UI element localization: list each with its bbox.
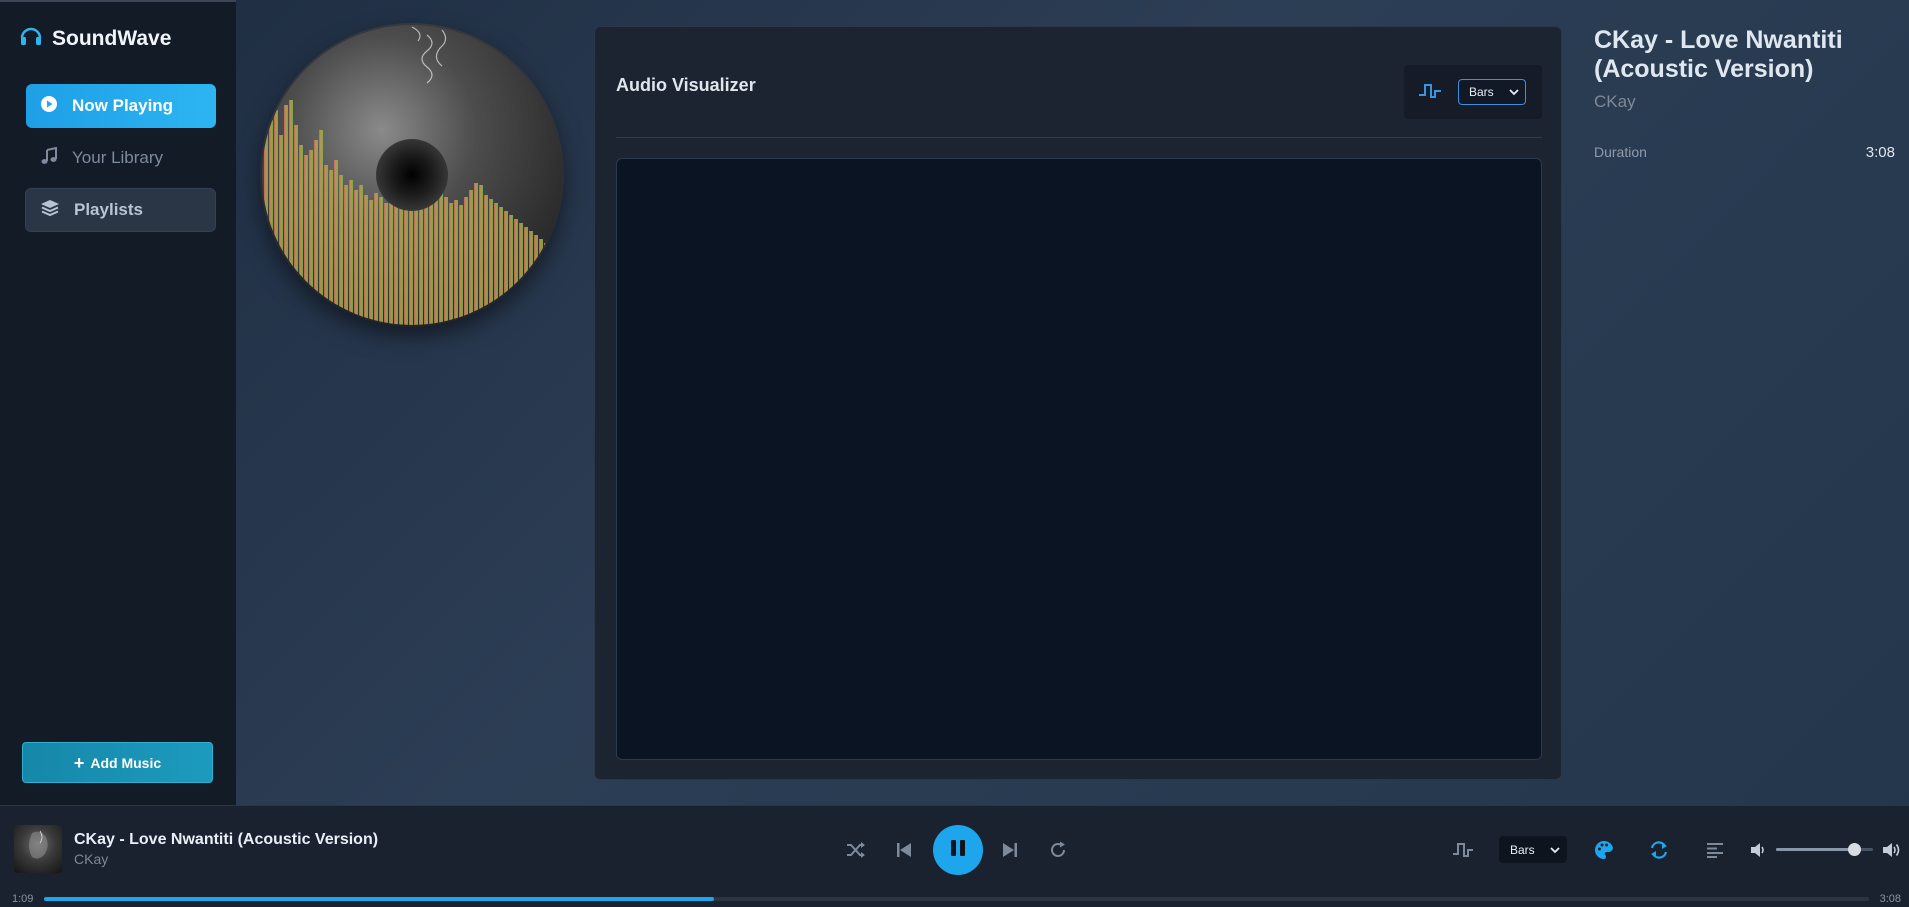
brand[interactable]: SoundWave xyxy=(20,26,171,51)
visualizer-controls: Bars xyxy=(1404,65,1542,119)
previous-icon[interactable] xyxy=(896,842,912,863)
duration-value: 3:08 xyxy=(1865,144,1895,161)
now-playing-thumbnail xyxy=(14,825,62,873)
sidebar-item-label: Playlists xyxy=(74,200,143,219)
duration-label: Duration xyxy=(1594,144,1647,160)
repeat-icon[interactable] xyxy=(1049,841,1067,864)
track-artist: CKay xyxy=(1594,92,1636,111)
sync-icon[interactable] xyxy=(1649,840,1669,865)
chevron-down-icon xyxy=(1550,843,1560,857)
track-title: CKay - Love Nwantiti (Acoustic Version) xyxy=(1594,26,1843,83)
disc-center-hole xyxy=(376,139,448,211)
volume-fill xyxy=(1776,848,1854,851)
player-bar: CKay - Love Nwantiti (Acoustic Version) … xyxy=(0,805,1909,907)
add-music-button[interactable]: + Add Music xyxy=(22,742,213,783)
align-left-icon[interactable] xyxy=(1706,842,1724,863)
visualizer-title: Audio Visualizer xyxy=(616,75,756,95)
sidebar-item-playlists[interactable]: Playlists xyxy=(25,188,216,232)
sidebar-item-now-playing[interactable]: Now Playing xyxy=(26,84,216,128)
shuffle-icon[interactable] xyxy=(846,841,866,864)
volume-knob[interactable] xyxy=(1847,843,1861,856)
visualizer-mode-select[interactable]: Bars xyxy=(1458,79,1526,105)
waveform-icon[interactable] xyxy=(1452,840,1474,865)
chevron-down-icon xyxy=(1509,85,1519,99)
total-time: 3:08 xyxy=(1879,893,1901,905)
visualizer-canvas xyxy=(616,158,1542,760)
sidebar: SoundWave Now Playing Your Library Playl… xyxy=(0,0,236,805)
plus-icon: + xyxy=(73,752,85,773)
sidebar-item-library[interactable]: Your Library xyxy=(26,136,216,180)
brand-name: SoundWave xyxy=(52,26,172,50)
progress-bar[interactable] xyxy=(44,897,1869,901)
visualizer-divider xyxy=(616,137,1542,138)
add-music-label: Add Music xyxy=(90,754,162,771)
next-icon[interactable] xyxy=(1002,842,1018,863)
progress-fill xyxy=(44,897,714,901)
volume-up-icon[interactable] xyxy=(1882,841,1902,864)
palette-icon[interactable] xyxy=(1594,840,1614,865)
sidebar-item-label: Your Library xyxy=(72,148,164,167)
album-art-disc xyxy=(262,25,562,325)
visualizer-mode-value: Bars xyxy=(1469,85,1494,99)
player-mode-value: Bars xyxy=(1510,842,1535,857)
sidebar-item-label: Now Playing xyxy=(72,96,174,115)
waveform-icon[interactable] xyxy=(1418,81,1442,106)
player-track-title: CKay - Love Nwantiti (Acoustic Version) xyxy=(74,831,379,848)
volume-slider[interactable] xyxy=(1776,843,1873,856)
player-track-artist: CKay xyxy=(74,851,109,867)
player-mode-select[interactable]: Bars xyxy=(1499,836,1567,863)
pause-icon xyxy=(950,839,966,862)
music-note-icon xyxy=(40,146,58,170)
headphones-icon xyxy=(20,26,42,51)
layers-icon xyxy=(40,199,60,222)
pause-button[interactable] xyxy=(933,825,983,875)
visualizer-panel: Audio Visualizer Bars xyxy=(594,26,1562,780)
volume-down-icon[interactable] xyxy=(1750,842,1766,863)
play-circle-icon xyxy=(40,95,58,118)
current-time: 1:09 xyxy=(12,893,34,905)
